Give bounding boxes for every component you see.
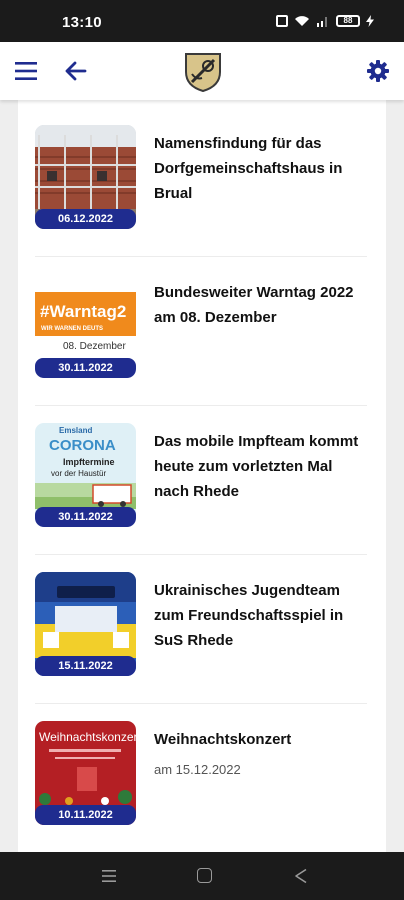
- divider: [35, 256, 367, 257]
- news-title: Ukrainisches Jugendteam zum Freundschaft…: [154, 582, 344, 649]
- news-item[interactable]: Weihnachtskonzert 10.11.2022 Weihnachtsk…: [35, 721, 367, 829]
- gear-icon[interactable]: [366, 59, 390, 83]
- news-thumbnail: 06.12.2022: [35, 125, 136, 229]
- menu-icon[interactable]: [14, 60, 38, 82]
- status-icons: 88: [276, 15, 374, 27]
- news-item[interactable]: #Warntag2 WIR WARNEN DEUTS 08. Dezember …: [35, 274, 367, 382]
- nfc-icon: [276, 15, 288, 27]
- divider: [35, 703, 367, 704]
- news-title: Das mobile Impfteam kommt heute zum vorl…: [154, 433, 359, 500]
- home-icon[interactable]: [197, 868, 212, 883]
- news-item[interactable]: 15.11.2022 Ukrainisches Jugendteam zum F…: [35, 572, 367, 680]
- date-badge: 10.11.2022: [35, 805, 136, 825]
- arrow-left-icon[interactable]: [64, 60, 88, 82]
- news-thumbnail: Emsland CORONA Impftermine vor der Haust…: [35, 423, 136, 527]
- thumb-sub-text: WIR WARNEN DEUTS: [41, 326, 103, 332]
- divider: [35, 554, 367, 555]
- news-title: Weihnachtskonzert: [154, 731, 292, 748]
- news-item[interactable]: 06.12.2022 Namensfindung für das Dorfgem…: [35, 125, 367, 233]
- date-badge: 15.11.2022: [35, 656, 136, 676]
- back-icon[interactable]: [294, 868, 308, 884]
- date-badge: 30.11.2022: [35, 358, 136, 378]
- wifi-icon: [295, 16, 309, 26]
- thumb-sub-text: Impftermine: [63, 457, 115, 467]
- app-bar: [0, 42, 404, 100]
- news-list: 06.12.2022 Namensfindung für das Dorfgem…: [18, 100, 386, 852]
- news-subtitle: am 15.12.2022: [154, 762, 241, 777]
- news-item[interactable]: Emsland CORONA Impftermine vor der Haust…: [35, 423, 367, 531]
- date-badge: 30.11.2022: [35, 507, 136, 527]
- charging-icon: [366, 15, 374, 27]
- status-time: 13:10: [62, 14, 102, 31]
- signal-icon: [317, 17, 327, 27]
- news-thumbnail: 15.11.2022: [35, 572, 136, 676]
- coat-of-arms-logo[interactable]: [184, 52, 222, 92]
- thumb-main-text: #Warntag2: [40, 302, 126, 321]
- system-nav-bar: [0, 852, 404, 900]
- thumb-sub-text: vor der Haustür: [51, 469, 106, 478]
- news-thumbnail: Weihnachtskonzert 10.11.2022: [35, 721, 136, 825]
- divider: [35, 405, 367, 406]
- news-thumbnail: #Warntag2 WIR WARNEN DEUTS 08. Dezember …: [35, 274, 136, 378]
- thumb-main-text: CORONA: [49, 437, 116, 454]
- news-title: Bundesweiter Warntag 2022 am 08. Dezembe…: [154, 284, 354, 326]
- status-bar: 13:10 88: [0, 0, 404, 42]
- recent-apps-icon[interactable]: [101, 869, 117, 883]
- thumb-date-text: 08. Dezember: [63, 341, 126, 352]
- battery-icon: 88: [336, 15, 360, 27]
- date-badge: 06.12.2022: [35, 209, 136, 229]
- thumb-top-text: Emsland: [59, 426, 92, 435]
- news-title: Namensfindung für das Dorfgemeinschaftsh…: [154, 135, 343, 202]
- thumb-main-text: Weihnachtskonzert: [39, 730, 136, 744]
